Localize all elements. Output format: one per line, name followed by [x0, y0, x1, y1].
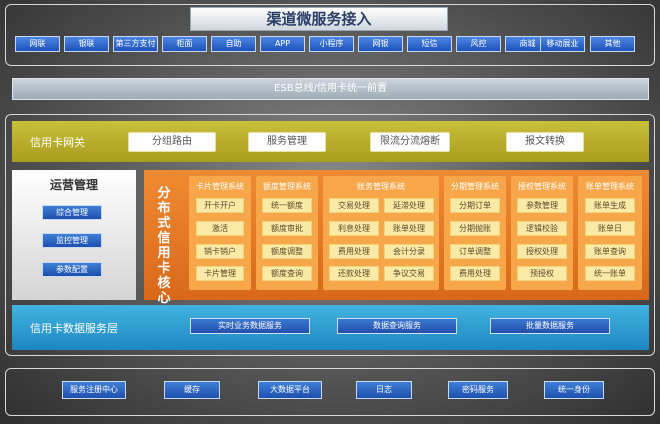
card-management[interactable]: 卡片管理	[196, 266, 244, 281]
infra-crypto[interactable]: 密码服务	[448, 381, 508, 399]
acct-fees[interactable]: 费用处理	[329, 244, 379, 259]
limit-unified[interactable]: 统一额度	[262, 198, 312, 213]
infra-identity[interactable]: 统一身份	[544, 381, 604, 399]
module-statement-title: 账单管理系统	[586, 182, 634, 191]
channel-app[interactable]: APP	[260, 36, 305, 52]
channel-self-service[interactable]: 自助	[211, 36, 256, 52]
limit-approval[interactable]: 额度审批	[262, 221, 312, 236]
stmt-day[interactable]: 账单日	[585, 221, 635, 236]
channel-risk-control[interactable]: 风控	[456, 36, 501, 52]
auth-processing[interactable]: 授权处理	[517, 244, 567, 259]
stmt-query[interactable]: 账单查询	[585, 244, 635, 259]
module-accounting-title: 账务管理系统	[357, 182, 405, 191]
access-title: 渠道微服务接入	[190, 7, 448, 31]
gateway-rate-limit[interactable]: 限流分流熔断	[370, 132, 450, 152]
module-installment-title: 分期管理系统	[451, 182, 499, 191]
channel-other[interactable]: 其他	[590, 36, 635, 52]
module-card-title: 卡片管理系统	[196, 182, 244, 191]
acct-transaction[interactable]: 交易处理	[329, 198, 379, 213]
auth-validation[interactable]: 逻辑校验	[517, 221, 567, 236]
card-close-account[interactable]: 销卡销户	[196, 244, 244, 259]
channel-wanglian[interactable]: 网联	[15, 36, 60, 52]
gateway-service-mgmt[interactable]: 服务管理	[248, 132, 326, 152]
core-title: 分布式信用卡核心	[157, 186, 171, 306]
infra-cache[interactable]: 缓存	[164, 381, 220, 399]
channel-online-banking[interactable]: 网银	[358, 36, 403, 52]
stmt-unified[interactable]: 统一账单	[585, 266, 635, 281]
data-service-title: 信用卡数据服务层	[30, 322, 118, 335]
channel-mobile-sales[interactable]: 移动展业	[540, 36, 585, 52]
auth-params[interactable]: 参数管理	[517, 198, 567, 213]
gateway-message-convert[interactable]: 报文转换	[506, 132, 584, 152]
ops-title: 运营管理	[49, 178, 98, 192]
acct-ledger[interactable]: 会计分录	[384, 244, 434, 259]
card-activate[interactable]: 激活	[196, 221, 244, 236]
limit-query[interactable]: 额度查询	[262, 266, 312, 281]
channel-mini-program[interactable]: 小程序	[309, 36, 354, 52]
infra-logging[interactable]: 日志	[356, 381, 412, 399]
inst-fees[interactable]: 费用处理	[450, 266, 500, 281]
card-open-account[interactable]: 开卡开户	[196, 198, 244, 213]
infra-registry[interactable]: 服务注册中心	[62, 381, 126, 399]
ops-monitoring[interactable]: 监控管理	[42, 233, 102, 248]
limit-adjust[interactable]: 额度调整	[262, 244, 312, 259]
acct-interest[interactable]: 利息处理	[329, 221, 379, 236]
module-limit-title: 额度管理系统	[263, 182, 311, 191]
ds-realtime[interactable]: 实时业务数据服务	[190, 318, 310, 334]
acct-repayment[interactable]: 还款处理	[329, 266, 379, 281]
acct-statement[interactable]: 账单处理	[384, 221, 434, 236]
channel-counter[interactable]: 柜面	[162, 36, 207, 52]
ops-general-mgmt[interactable]: 综合管理	[42, 205, 102, 220]
inst-order[interactable]: 分期订单	[450, 198, 500, 213]
acct-delinquency[interactable]: 延滞处理	[384, 198, 434, 213]
gateway-routing[interactable]: 分组路由	[128, 132, 216, 152]
esb-bar: ESB总线/信用卡统一前置	[12, 78, 649, 100]
infra-bigdata[interactable]: 大数据平台	[258, 381, 322, 399]
stmt-generate[interactable]: 账单生成	[585, 198, 635, 213]
inst-posting[interactable]: 分期抛账	[450, 221, 500, 236]
auth-pre-auth[interactable]: 预授权	[517, 266, 567, 281]
ops-param-config[interactable]: 参数配置	[42, 262, 102, 277]
gateway-title: 信用卡网关	[30, 136, 85, 149]
inst-order-adjust[interactable]: 订单调整	[450, 244, 500, 259]
ds-query[interactable]: 数据查询服务	[337, 318, 457, 334]
channel-sms[interactable]: 短信	[407, 36, 452, 52]
module-authorization-title: 授权管理系统	[518, 182, 566, 191]
channel-third-party-pay[interactable]: 第三方支付	[113, 36, 158, 52]
acct-dispute[interactable]: 争议交易	[384, 266, 434, 281]
channel-unionpay[interactable]: 银联	[64, 36, 109, 52]
ds-batch[interactable]: 批量数据服务	[490, 318, 610, 334]
